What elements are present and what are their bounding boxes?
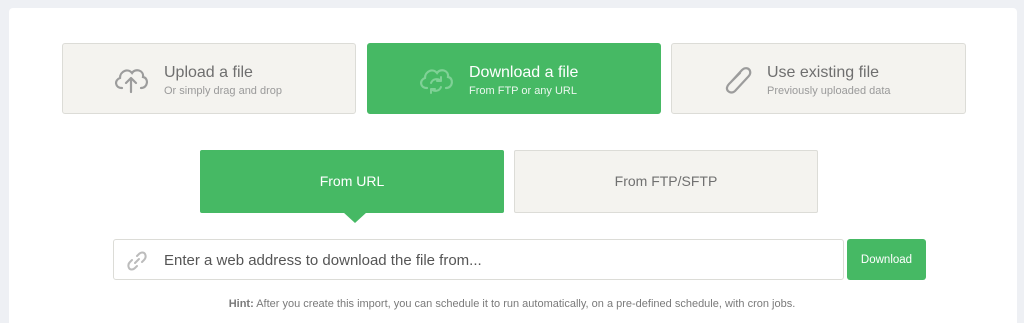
upload-file-subtitle: Or simply drag and drop [164, 85, 282, 97]
download-button[interactable]: Download [847, 239, 926, 280]
existing-file-card[interactable]: Use existing file Previously uploaded da… [671, 43, 966, 114]
hint-label: Hint: [228, 298, 254, 310]
download-file-title: Download a file [469, 64, 579, 81]
active-tab-pointer [343, 212, 367, 223]
url-input[interactable] [164, 246, 824, 274]
tab-from-ftp[interactable]: From FTP/SFTP [514, 150, 818, 213]
download-file-subtitle: From FTP or any URL [469, 85, 577, 97]
tab-from-url[interactable]: From URL [200, 150, 504, 213]
existing-file-subtitle: Previously uploaded data [767, 85, 891, 97]
cloud-upload-icon [115, 69, 148, 94]
upload-file-title: Upload a file [164, 64, 253, 81]
link-icon [127, 251, 147, 271]
download-file-card[interactable]: Download a file From FTP or any URL [367, 43, 661, 114]
paperclip-icon [725, 67, 752, 94]
upload-file-card[interactable]: Upload a file Or simply drag and drop [62, 43, 356, 114]
existing-file-title: Use existing file [767, 64, 880, 81]
url-input-box [113, 239, 844, 280]
cloud-sync-icon [420, 69, 453, 94]
hint-text: Hint: After you create this import, you … [0, 298, 1024, 310]
hint-body: After you create this import, you can sc… [253, 298, 796, 310]
